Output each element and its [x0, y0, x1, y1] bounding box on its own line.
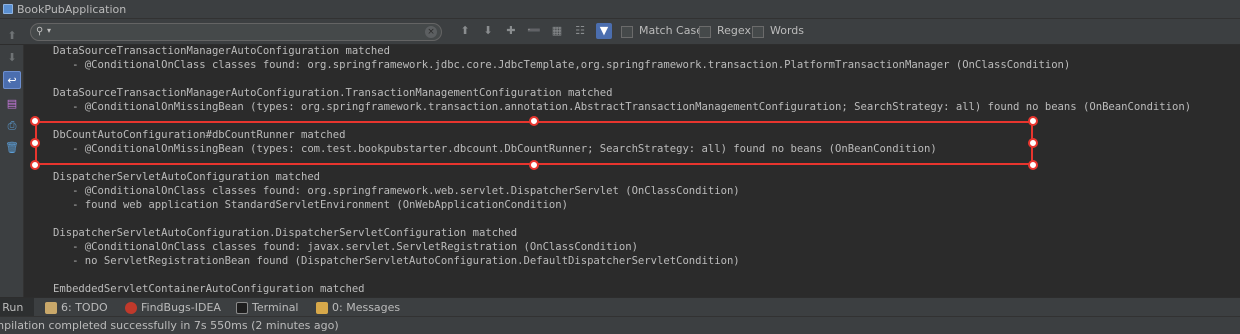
console-search-input[interactable] [57, 25, 417, 39]
console-line: EmbeddedServletContainerAutoConfiguratio… [53, 283, 365, 295]
console-line: - @ConditionalOnClass classes found: org… [53, 185, 740, 197]
clear-search-icon[interactable]: × [425, 26, 437, 38]
console-line: DispatcherServletAutoConfiguration match… [53, 171, 321, 183]
match-case-label[interactable]: Match Case [639, 24, 703, 37]
annotation-handle[interactable] [1028, 116, 1038, 126]
console-line: - @ConditionalOnMissingBean (types: org.… [53, 101, 1192, 113]
filter-search-results-icon[interactable]: ▼ [596, 23, 612, 39]
annotation-handle[interactable] [30, 138, 40, 148]
annotation-handle[interactable] [1028, 160, 1038, 170]
todo-icon [45, 301, 57, 314]
tab-findbugs-label: FindBugs-IDEA [141, 301, 221, 314]
regex-checkbox[interactable] [699, 26, 711, 38]
console-line: - no ServletRegistrationBean found (Disp… [53, 255, 740, 267]
remove-occurrence-icon[interactable]: ➖ [526, 23, 542, 39]
soft-wrap-icon[interactable]: ↩ [3, 71, 21, 89]
annotation-handle[interactable] [30, 160, 40, 170]
scroll-to-end-icon[interactable]: ▤ [3, 95, 21, 113]
console-line: DbCountAutoConfiguration#dbCountRunner m… [53, 129, 346, 141]
console-search-box[interactable]: ⚲ ▾ × [30, 23, 442, 41]
tab-findbugs[interactable]: FindBugs-IDEA [125, 298, 221, 317]
console-side-toolbar: ⬆ ⬇ ↩ ▤ ⎙ 🗑 [0, 29, 24, 297]
tool-window-tabs: 4: Run 6: TODO FindBugs-IDEA Terminal 0:… [0, 297, 1240, 317]
scroll-up-icon[interactable]: ⬆ [3, 27, 21, 45]
filter-icon[interactable]: ☷ [572, 23, 588, 39]
scroll-down-icon[interactable]: ⬇ [3, 49, 21, 67]
annotation-handle[interactable] [529, 160, 539, 170]
tab-messages[interactable]: 0: Messages [316, 298, 400, 317]
print-icon[interactable]: ⎙ [3, 117, 21, 135]
window-title: BookPubApplication [17, 2, 127, 16]
console-line: - @ConditionalOnClass classes found: org… [53, 59, 1071, 71]
app-icon [3, 4, 13, 14]
select-all-occurrences-icon[interactable]: ▦ [549, 23, 565, 39]
console-line: - found web application StandardServletE… [53, 199, 568, 211]
clear-all-icon[interactable]: 🗑 [3, 139, 21, 157]
console-line: DataSourceTransactionManagerAutoConfigur… [53, 45, 390, 57]
terminal-icon [236, 301, 248, 314]
previous-occurrence-icon[interactable]: ⬆ [457, 23, 473, 39]
title-bar: BookPubApplication [0, 0, 1240, 19]
console-output[interactable]: DataSourceTransactionManagerAutoConfigur… [25, 45, 1240, 297]
search-icon[interactable]: ⚲ [36, 26, 43, 37]
tab-todo[interactable]: 6: TODO [45, 298, 108, 317]
tab-terminal-label: Terminal [252, 301, 299, 314]
regex-label[interactable]: Regex [717, 24, 751, 37]
match-case-checkbox[interactable] [621, 26, 633, 38]
console-toolbar: ⚲ ▾ × ⬆ ⬇ ✚ ➖ ▦ ☷ ▼ Match Case Regex Wor… [0, 19, 1240, 45]
annotation-handle[interactable] [1028, 138, 1038, 148]
search-history-dropdown-icon[interactable]: ▾ [47, 26, 51, 35]
console-line: DataSourceTransactionManagerAutoConfigur… [53, 87, 613, 99]
annotation-handle[interactable] [529, 116, 539, 126]
annotation-handle[interactable] [30, 116, 40, 126]
status-message: Compilation completed successfully in 7s… [0, 319, 339, 332]
tab-terminal[interactable]: Terminal [236, 298, 299, 317]
console-line: - @ConditionalOnClass classes found: jav… [53, 241, 638, 253]
words-checkbox[interactable] [752, 26, 764, 38]
console-line: - @ConditionalOnMissingBean (types: com.… [53, 143, 937, 155]
tab-todo-label: 6: TODO [61, 301, 108, 314]
status-bar: Compilation completed successfully in 7s… [0, 316, 1240, 334]
words-label[interactable]: Words [770, 24, 804, 37]
next-occurrence-icon[interactable]: ⬇ [480, 23, 496, 39]
tab-run-label: 4: Run [0, 301, 24, 314]
tab-messages-label: 0: Messages [332, 301, 401, 314]
messages-icon [316, 301, 328, 314]
tab-run[interactable]: 4: Run [0, 298, 34, 317]
add-occurrence-icon[interactable]: ✚ [503, 23, 519, 39]
findbugs-icon [125, 301, 137, 314]
console-line: DispatcherServletAutoConfiguration.Dispa… [53, 227, 518, 239]
